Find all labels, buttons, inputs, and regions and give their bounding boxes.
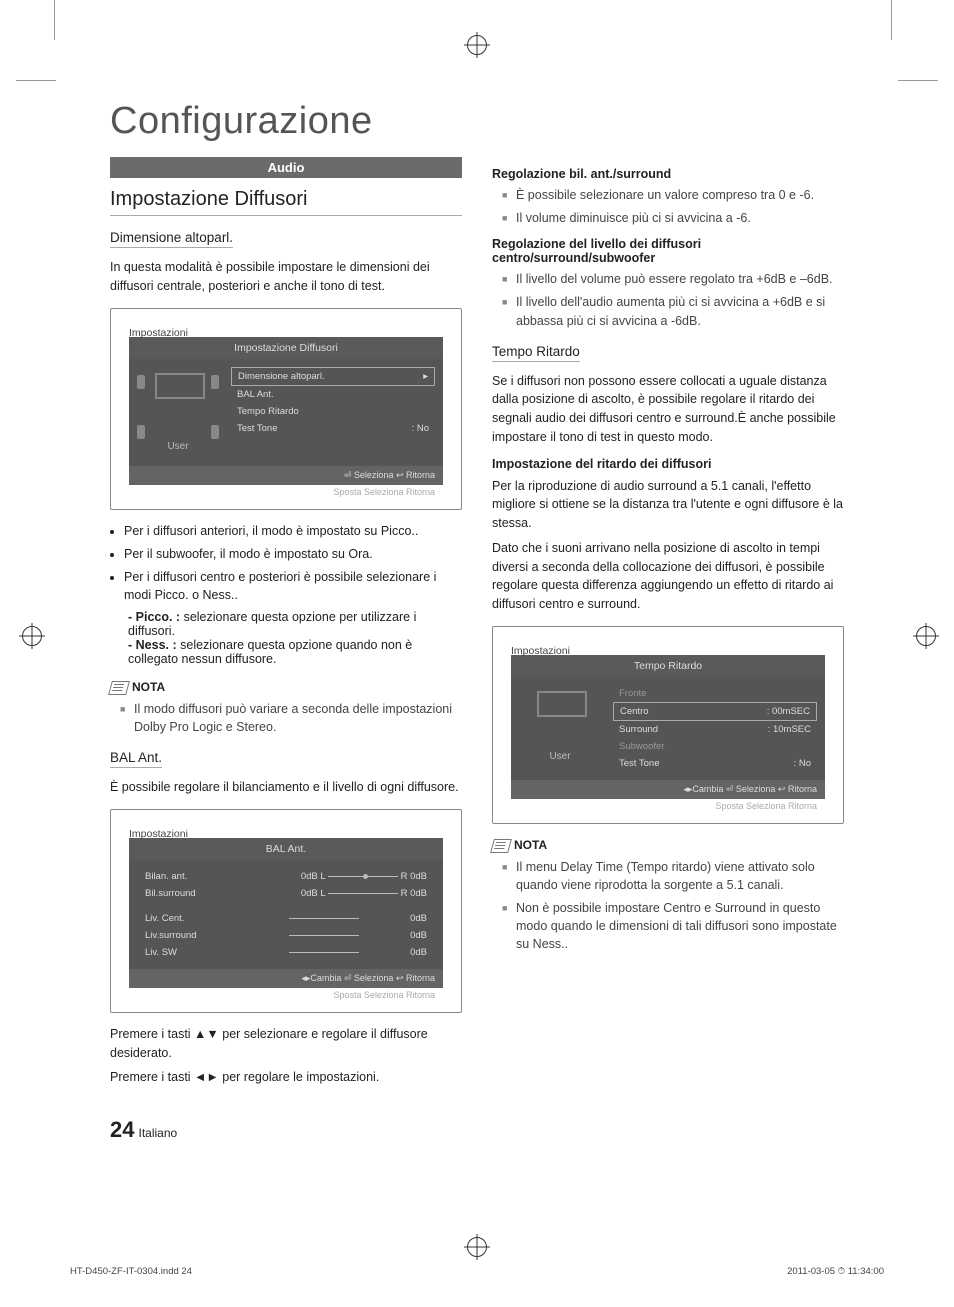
- footer-filename: HT-D450-ZF-IT-0304.indd 24: [70, 1266, 192, 1277]
- registration-mark-bottom: [467, 1237, 487, 1257]
- heading-regolazione-bil: Regolazione bil. ant./surround: [492, 167, 844, 181]
- heading-impostazione-diffusori: Impostazione Diffusori: [110, 188, 462, 216]
- registration-mark-top: [467, 35, 487, 55]
- note-icon: [108, 681, 130, 695]
- registration-mark-left: [22, 626, 42, 646]
- heading-bal-ant: BAL Ant.: [110, 750, 162, 768]
- nota-label: NOTA: [110, 680, 462, 695]
- bullet-subwoofer: Per il subwoofer, il modo è impostato su…: [124, 545, 462, 563]
- page-title: Configurazione: [110, 100, 884, 143]
- heading-tempo-ritardo: Tempo Ritardo: [492, 344, 580, 362]
- section-bar-audio: Audio: [110, 157, 462, 178]
- page-language: Italiano: [138, 1126, 177, 1140]
- bullet-anteriori: Per i diffusori anteriori, il modo è imp…: [124, 522, 462, 540]
- page-number: 24: [110, 1117, 134, 1142]
- tempo-ritardo-text: Se i diffusori non possono essere colloc…: [492, 372, 844, 447]
- footer-timestamp: 2011-03-05 ⏱ 11:34:00: [787, 1266, 884, 1277]
- press-updown: Premere i tasti ▲▼ per selezionare e reg…: [110, 1025, 462, 1063]
- bullet-centro-posteriori: Per i diffusori centro e posteriori è po…: [124, 568, 462, 604]
- osd-impostazione-diffusori: Impostazioni Impostazione Diffusori User: [110, 308, 462, 510]
- bal-ant-text: È possibile regolare il bilanciamento e …: [110, 778, 462, 797]
- left-column: Audio Impostazione Diffusori Dimensione …: [110, 157, 462, 1093]
- osd-bal-ant: Impostazioni BAL Ant. Bilan. ant.0dB L R…: [110, 809, 462, 1013]
- heading-dimensione-altoparl: Dimensione altoparl.: [110, 230, 233, 248]
- nota-label-right: NOTA: [492, 838, 844, 853]
- right-column: Regolazione bil. ant./surround È possibi…: [492, 157, 844, 1093]
- press-leftright: Premere i tasti ◄► per regolare le impos…: [110, 1068, 462, 1087]
- heading-impostazione-ritardo: Impostazione del ritardo dei diffusori: [492, 457, 844, 471]
- registration-mark-right: [916, 626, 936, 646]
- nota-item: Il modo diffusori può variare a seconda …: [120, 700, 462, 736]
- dimensione-intro: In questa modalità è possibile impostare…: [110, 258, 462, 296]
- osd-tempo-ritardo: Impostazioni Tempo Ritardo User Fronte C…: [492, 626, 844, 824]
- heading-regolazione-livello: Regolazione del livello dei diffusori ce…: [492, 237, 844, 265]
- note-icon: [490, 839, 512, 853]
